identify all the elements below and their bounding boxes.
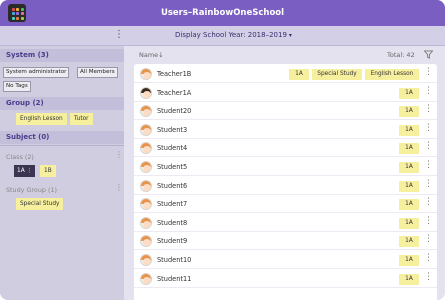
row-menu-icon[interactable]: ⋮ [424, 197, 433, 207]
avatar [140, 198, 152, 211]
user-tag[interactable]: 1A [399, 255, 419, 266]
user-name: Student6 [157, 181, 188, 190]
title-bar: Users–RainbowOneSchool [0, 0, 445, 26]
user-tag[interactable]: 1A [399, 199, 419, 211]
school-year-label: Display School Year: 2018–2019 [175, 31, 287, 39]
user-row[interactable]: Teacher1A 1A ⋮ [134, 84, 437, 102]
user-tag[interactable]: 1A [399, 217, 419, 229]
row-menu-icon[interactable]: ⋮ [424, 141, 433, 151]
chip-no-tags[interactable]: No Tags [3, 81, 31, 92]
avatar [140, 86, 152, 99]
user-tag[interactable]: English Lesson [365, 69, 419, 80]
filter-icon[interactable] [423, 50, 434, 61]
chip-system-administrator[interactable]: System administrator [3, 67, 70, 78]
class-menu-icon[interactable]: ⋮ [115, 150, 123, 159]
avatar [140, 105, 152, 118]
section-subject-title[interactable]: Subject (0) [0, 131, 124, 144]
row-menu-icon[interactable]: ⋮ [424, 86, 433, 96]
study-group-section-title: Study Group (1) [6, 186, 58, 194]
user-tag[interactable]: 1A [399, 87, 419, 99]
user-name: Teacher1B [157, 70, 192, 78]
row-menu-icon[interactable]: ⋮ [424, 272, 433, 282]
row-menu-icon[interactable]: ⋮ [424, 160, 433, 170]
user-row[interactable]: Student8 1A ⋮ [134, 214, 437, 232]
user-row[interactable]: Student9 1A ⋮ [134, 232, 437, 251]
user-row[interactable]: Student7 1A ⋮ [134, 195, 437, 214]
user-tag[interactable]: 1A [399, 236, 419, 248]
user-tag[interactable]: 1A [399, 124, 419, 136]
school-year-selector[interactable]: Display School Year: 2018–2019 ▾ [175, 31, 292, 39]
section-system-title[interactable]: System (3) [0, 49, 124, 62]
sidebar: System (3) System administrator All Memb… [0, 46, 124, 300]
row-menu-icon[interactable]: ⋮ [424, 179, 433, 189]
user-tag[interactable]: 1A [399, 273, 419, 285]
user-list: Teacher1B English Lesson Special Study 1A ⋮ T… [134, 64, 437, 300]
user-row[interactable]: Student4 1A ⋮ [134, 139, 437, 158]
name-sort-button[interactable]: Name↓ [139, 51, 164, 59]
row-menu-icon[interactable]: ⋮ [424, 123, 433, 133]
user-tag[interactable]: 1A [399, 143, 419, 155]
chip-class-1a[interactable]: 1A ⋮ [14, 165, 36, 177]
user-name: Student5 [157, 163, 188, 171]
chip-class-1b[interactable]: 1B [40, 165, 56, 177]
user-name: Student9 [157, 237, 188, 246]
user-row[interactable]: Student20 1A ⋮ [134, 102, 437, 121]
row-menu-icon[interactable]: ⋮ [424, 216, 433, 226]
user-row[interactable]: Student3 1A ⋮ [134, 121, 437, 139]
avatar [140, 179, 152, 192]
sub-header-menu-icon[interactable]: ⋮ [114, 29, 124, 40]
user-name: Student10 [157, 256, 192, 264]
sub-header: ⋮ Display School Year: 2018–2019 ▾ [0, 26, 445, 46]
total-count: Total: 42 [387, 51, 415, 59]
row-menu-icon[interactable]: ⋮ [424, 67, 433, 77]
chip-all-members[interactable]: All Members [77, 67, 118, 78]
avatar [140, 254, 152, 266]
user-name: Student4 [157, 144, 188, 153]
user-name: Student11 [157, 274, 192, 283]
avatar [140, 68, 152, 80]
user-tag[interactable]: 1A [399, 180, 419, 192]
section-group-title[interactable]: Group (2) [0, 97, 124, 110]
user-name: Teacher1A [157, 88, 192, 97]
window-title: Users–RainbowOneSchool [160, 8, 285, 18]
class-section-title: Class (2) [6, 153, 34, 161]
user-name: Student8 [157, 218, 188, 227]
row-menu-icon[interactable]: ⋮ [424, 104, 433, 114]
chip-tutor[interactable]: Tutor [70, 113, 93, 125]
row-menu-icon[interactable]: ⋮ [424, 234, 433, 244]
user-name: Student3 [157, 125, 188, 134]
user-row[interactable]: Student5 1A ⋮ [134, 158, 437, 176]
user-tag[interactable]: 1A [289, 69, 309, 80]
avatar [140, 123, 152, 136]
avatar [140, 142, 152, 155]
user-name: Student7 [157, 200, 188, 209]
user-name: Student20 [157, 107, 192, 116]
chip-special-study[interactable]: Special Study [16, 198, 64, 210]
avatar [140, 235, 152, 248]
avatar [140, 216, 152, 229]
user-row[interactable]: Student10 1A ⋮ [134, 251, 437, 269]
avatar [140, 272, 152, 285]
user-tag[interactable]: Special Study [312, 69, 362, 80]
avatar [140, 161, 152, 173]
user-tag[interactable]: 1A [399, 162, 419, 173]
user-tag[interactable]: 1A [399, 106, 419, 118]
divider [0, 145, 124, 146]
user-row[interactable]: Student11 1A ⋮ [134, 270, 437, 288]
row-menu-icon[interactable]: ⋮ [424, 253, 433, 263]
user-list-panel: Name↓ Total: 42 Teacher1B English Lesson S… [124, 46, 445, 300]
caret-down-icon: ▾ [288, 32, 292, 39]
app-window: Users–RainbowOneSchool ⋮ Display School … [0, 0, 445, 300]
list-header: Name↓ Total: 42 [124, 46, 445, 63]
chip-english-lesson[interactable]: English Lesson [16, 113, 67, 125]
user-row[interactable]: Teacher1B English Lesson Special Study 1A ⋮ [134, 65, 437, 83]
user-row[interactable]: Student6 1A ⋮ [134, 177, 437, 195]
study-group-menu-icon[interactable]: ⋮ [115, 183, 123, 192]
app-grid-icon[interactable] [8, 4, 26, 22]
